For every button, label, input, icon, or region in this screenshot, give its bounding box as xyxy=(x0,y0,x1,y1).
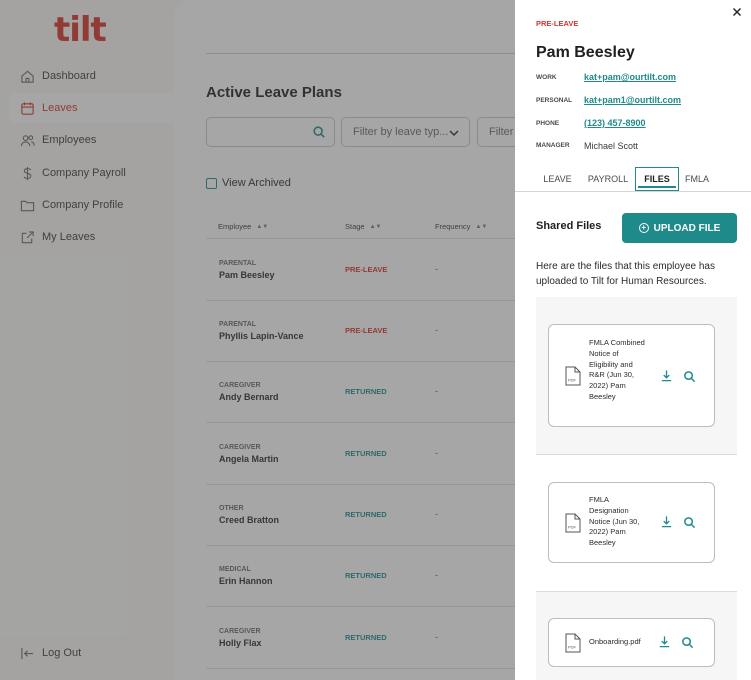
file-section: PDF FMLA Combined Notice of Eligibility … xyxy=(536,297,737,454)
download-icon[interactable] xyxy=(660,369,673,382)
close-icon[interactable] xyxy=(731,6,743,18)
upload-label: UPLOAD FILE xyxy=(653,222,721,234)
preview-icon[interactable] xyxy=(681,636,694,649)
personal-email-link[interactable]: kat+pam1@ourtilt.com xyxy=(584,95,681,105)
svg-text:PDF: PDF xyxy=(568,378,577,383)
download-icon[interactable] xyxy=(660,515,673,528)
work-email-link[interactable]: kat+pam@ourtilt.com xyxy=(584,72,676,82)
manager-name: Michael Scott xyxy=(584,141,639,151)
phone-label: PHONE xyxy=(536,120,560,127)
modal-backdrop[interactable] xyxy=(0,0,515,680)
shared-files-title: Shared Files xyxy=(536,220,602,232)
preview-icon[interactable] xyxy=(683,516,696,529)
personal-email-label: PERSONAL xyxy=(536,97,573,104)
file-card[interactable]: PDF FMLA Combined Notice of Eligibility … xyxy=(548,324,715,427)
file-name: Onboarding.pdf xyxy=(589,637,641,646)
files-description: Here are the files that this employee ha… xyxy=(536,261,715,287)
upload-file-button[interactable]: + UPLOAD FILE xyxy=(622,213,737,243)
file-name: FMLA Designation Notice (Jun 30, 2022) P… xyxy=(589,495,640,548)
tab-files[interactable]: FILES xyxy=(635,167,679,191)
file-card[interactable]: PDF FMLA Designation Notice (Jun 30, 202… xyxy=(548,482,715,563)
svg-text:PDF: PDF xyxy=(568,645,577,650)
employee-drawer: PRE-LEAVE Pam Beesley WORK kat+pam@ourti… xyxy=(515,0,751,680)
divider xyxy=(515,191,751,192)
file-name: FMLA Combined Notice of Eligibility and … xyxy=(589,338,645,401)
pdf-file-icon: PDF xyxy=(565,366,581,386)
employee-name: Pam Beesley xyxy=(536,44,635,61)
tab-leave[interactable]: LEAVE xyxy=(537,167,578,191)
pdf-file-icon: PDF xyxy=(565,633,581,653)
manager-label: MANAGER xyxy=(536,142,570,149)
tab-fmla[interactable]: FMLA xyxy=(681,167,713,191)
stage-badge: PRE-LEAVE xyxy=(536,19,579,28)
svg-text:PDF: PDF xyxy=(568,525,577,530)
tab-payroll[interactable]: PAYROLL xyxy=(583,167,633,191)
work-email-label: WORK xyxy=(536,74,557,81)
file-section: PDF FMLA Designation Notice (Jun 30, 202… xyxy=(536,455,737,591)
preview-icon[interactable] xyxy=(683,370,696,383)
file-section: PDF Onboarding.pdf xyxy=(536,592,737,680)
download-icon[interactable] xyxy=(658,635,671,648)
pdf-file-icon: PDF xyxy=(565,513,581,533)
file-card[interactable]: PDF Onboarding.pdf xyxy=(548,618,715,667)
phone-link[interactable]: (123) 457-8900 xyxy=(584,118,646,128)
plus-circle-icon: + xyxy=(638,223,649,233)
